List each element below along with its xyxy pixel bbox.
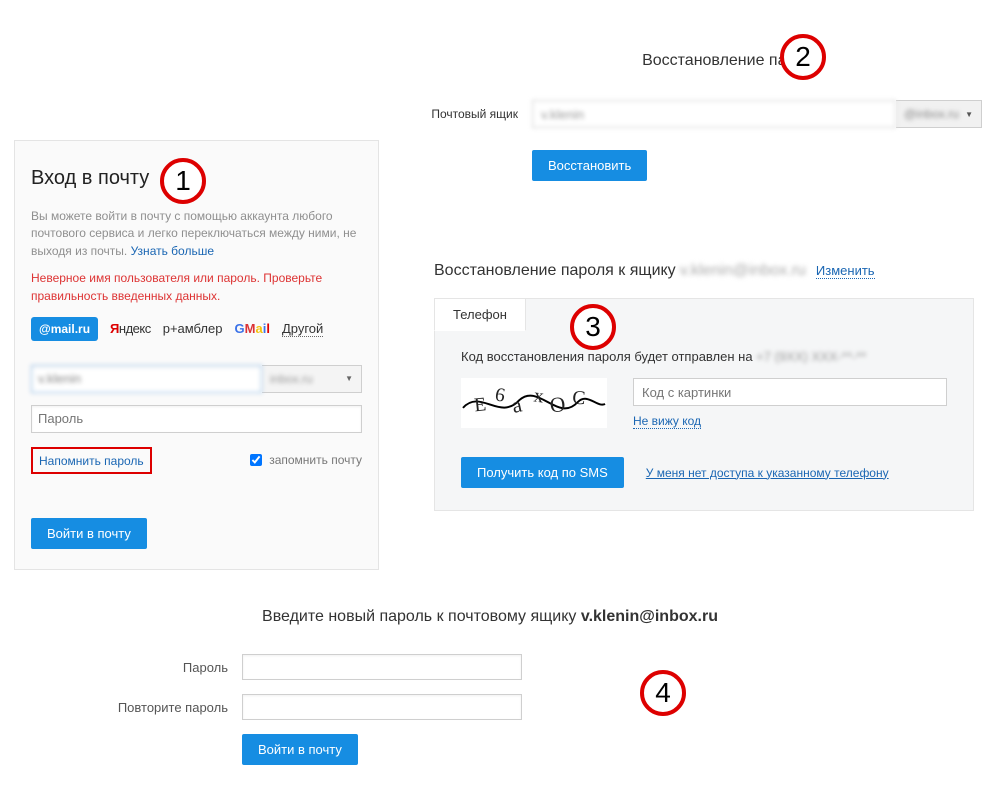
login-password-input[interactable]: [31, 405, 362, 433]
remember-mail-label[interactable]: запомнить почту: [246, 451, 362, 469]
provider-rambler[interactable]: р+амблер: [163, 321, 223, 336]
phone-recover-box: Телефон Код восстановления пароля будет …: [434, 298, 974, 511]
tab-phone[interactable]: Телефон: [434, 298, 526, 331]
provider-mailru[interactable]: @mail.ru: [31, 317, 98, 341]
provider-yandex[interactable]: Яндекс: [110, 321, 151, 336]
phone-recover-header: Восстановление пароля к ящику v.klenin@i…: [434, 262, 974, 280]
login-email-input[interactable]: [31, 365, 262, 393]
recover-title: Восстановление пароля: [482, 52, 982, 70]
no-phone-access-link[interactable]: У меня нет доступа к указанному телефону: [646, 466, 889, 480]
captcha-code-input[interactable]: [633, 378, 947, 406]
repeat-password-input[interactable]: [242, 694, 522, 720]
svg-text:C: C: [572, 388, 586, 410]
recover-panel: Восстановление пароля Почтовый ящик @inb…: [422, 52, 982, 181]
svg-text:a: a: [510, 392, 525, 418]
remind-password-link[interactable]: Напомнить пароль: [39, 454, 144, 468]
sms-sent-text: Код восстановления пароля будет отправле…: [461, 349, 947, 364]
login-submit-button[interactable]: Войти в почту: [31, 518, 147, 549]
login-panel: Вход в почту Вы можете войти в почту с п…: [14, 140, 379, 570]
phone-recover-email: v.klenin@inbox.ru: [680, 262, 806, 280]
captcha-image: E 6 a x О C: [461, 378, 607, 428]
chevron-down-icon: ▼: [965, 110, 973, 119]
provider-other[interactable]: Другой: [282, 321, 323, 337]
learn-more-link[interactable]: Узнать больше: [131, 244, 214, 258]
svg-text:6: 6: [493, 384, 506, 406]
login-error-text: Неверное имя пользователя или пароль. Пр…: [31, 270, 362, 305]
recover-domain-select[interactable]: @inbox.ru ▼: [896, 100, 982, 128]
remind-password-highlight: Напомнить пароль: [31, 447, 152, 474]
phone-recover-panel: Восстановление пароля к ящику v.klenin@i…: [434, 262, 974, 511]
new-password-label: Пароль: [100, 660, 228, 675]
chevron-down-icon: ▼: [345, 374, 353, 383]
step-3-marker: 3: [570, 304, 616, 350]
recover-submit-button[interactable]: Восстановить: [532, 150, 647, 181]
recover-email-input[interactable]: [532, 100, 896, 128]
captcha-refresh-link[interactable]: Не вижу код: [633, 414, 701, 429]
svg-text:E: E: [473, 394, 487, 416]
svg-text:О: О: [549, 392, 567, 417]
provider-bar: @mail.ru Яндекс р+амблер GMail Другой: [31, 317, 362, 341]
remember-mail-checkbox[interactable]: [250, 454, 262, 466]
step-2-marker: 2: [780, 34, 826, 80]
login-description: Вы можете войти в почту с помощью аккаун…: [31, 208, 362, 260]
step-4-marker: 4: [640, 670, 686, 716]
new-password-submit-button[interactable]: Войти в почту: [242, 734, 358, 765]
recover-mailbox-label: Почтовый ящик: [422, 107, 518, 121]
change-mailbox-link[interactable]: Изменить: [816, 263, 875, 279]
provider-gmail[interactable]: GMail: [234, 321, 269, 336]
svg-text:x: x: [532, 385, 545, 407]
new-password-input[interactable]: [242, 654, 522, 680]
repeat-password-label: Повторите пароль: [100, 700, 228, 715]
login-domain-select[interactable]: inbox.ru ▼: [262, 365, 362, 393]
new-password-title: Введите новый пароль к почтовому ящику v…: [100, 608, 880, 626]
new-password-panel: Введите новый пароль к почтовому ящику v…: [100, 608, 880, 765]
step-1-marker: 1: [160, 158, 206, 204]
get-sms-code-button[interactable]: Получить код по SMS: [461, 457, 624, 488]
